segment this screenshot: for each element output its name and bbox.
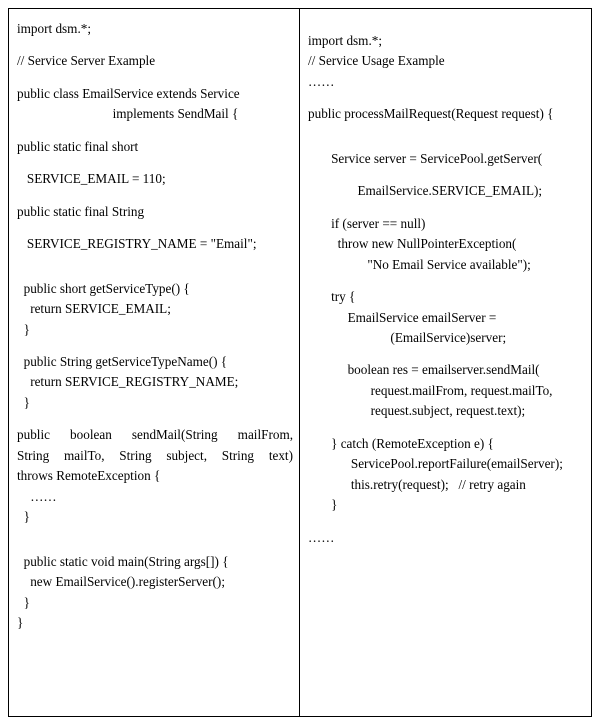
blank-line [308,202,585,214]
code-line: String mailTo, String subject, String te… [17,446,293,466]
code-line: request.subject, request.text); [308,401,585,421]
code-line: …… [308,528,585,548]
blank-line [17,125,293,137]
code-line: import dsm.*; [17,19,293,39]
blank-line [17,540,293,552]
blank-line [308,125,585,137]
code-line: } [17,320,293,340]
code-line: public static final short [17,137,293,157]
code-line: new EmailService().registerServer(); [17,572,293,592]
code-line: } [17,593,293,613]
code-line: EmailService emailServer = [308,308,585,328]
blank-line [17,267,293,279]
code-line: …… [308,72,585,92]
code-line: EmailService.SERVICE_EMAIL); [308,181,585,201]
code-line: ServicePool.reportFailure(emailServer); [308,454,585,474]
code-line: SERVICE_EMAIL = 110; [17,169,293,189]
code-line: if (server == null) [308,214,585,234]
right-column: import dsm.*; // Service Usage Example …… [300,9,591,716]
blank-line [17,39,293,51]
left-column: import dsm.*; // Service Server Example … [9,9,300,716]
code-line: public class EmailService extends Servic… [17,84,293,104]
code-line: return SERVICE_EMAIL; [17,299,293,319]
blank-line [308,275,585,287]
blank-line [17,528,293,540]
blank-line [308,137,585,149]
blank-line [17,157,293,169]
code-line: } catch (RemoteException e) { [308,434,585,454]
code-table: import dsm.*; // Service Server Example … [8,8,592,717]
code-line: request.mailFrom, request.mailTo, [308,381,585,401]
code-line: } [17,613,293,633]
code-line: public String getServiceTypeName() { [17,352,293,372]
blank-line [308,19,585,31]
code-line: throw new NullPointerException( [308,234,585,254]
code-line: import dsm.*; [308,31,585,51]
blank-line [308,92,585,104]
page: import dsm.*; // Service Server Example … [0,0,600,725]
blank-line [308,422,585,434]
code-line: implements SendMail { [17,104,293,124]
code-line: // Service Usage Example [308,51,585,71]
code-line: } [308,495,585,515]
code-line: public short getServiceType() { [17,279,293,299]
code-line: try { [308,287,585,307]
blank-line [17,72,293,84]
code-line: } [17,507,293,527]
blank-line [308,516,585,528]
code-line: } [17,393,293,413]
blank-line [17,255,293,267]
blank-line [17,413,293,425]
code-line: "No Email Service available"); [308,255,585,275]
code-line: // Service Server Example [17,51,293,71]
code-line: (EmailService)server; [308,328,585,348]
code-line: public boolean sendMail(String mailFrom, [17,425,293,445]
blank-line [17,340,293,352]
code-line: …… [17,487,293,507]
code-line: return SERVICE_REGISTRY_NAME; [17,372,293,392]
code-line: boolean res = emailserver.sendMail( [308,360,585,380]
code-line: public static final String [17,202,293,222]
code-line: public processMailRequest(Request reques… [308,104,585,124]
blank-line [17,222,293,234]
code-line: SERVICE_REGISTRY_NAME = "Email"; [17,234,293,254]
code-line: Service server = ServicePool.getServer( [308,149,585,169]
code-line: throws RemoteException { [17,466,293,486]
code-line: public static void main(String args[]) { [17,552,293,572]
blank-line [308,348,585,360]
blank-line [308,169,585,181]
blank-line [17,190,293,202]
code-line: this.retry(request); // retry again [308,475,585,495]
